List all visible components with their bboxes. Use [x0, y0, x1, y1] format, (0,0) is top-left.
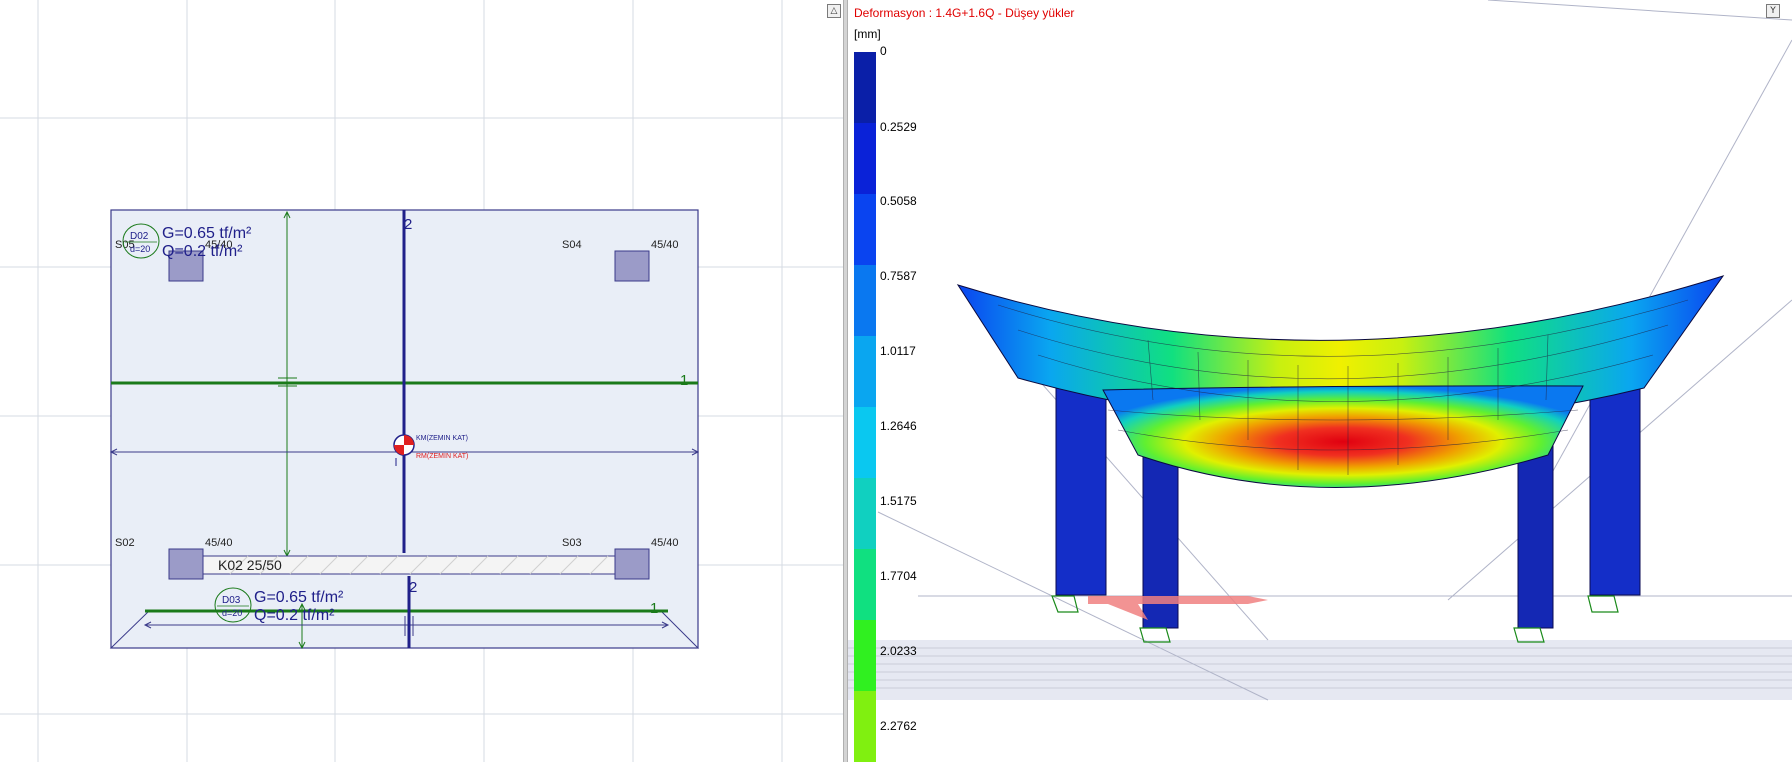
legend-value-5: 1.2646 — [880, 419, 917, 433]
beam-label: K02 25/50 — [218, 557, 282, 573]
legend-swatch-9 — [854, 691, 876, 762]
legend-swatch-8 — [854, 620, 876, 691]
column-s02-name: S02 — [115, 537, 135, 549]
legend-swatch-4 — [854, 336, 876, 407]
right-pane-toggle-button[interactable]: Y — [1766, 4, 1780, 18]
legend-swatch-1 — [854, 123, 876, 194]
column-s03-name: S03 — [562, 537, 582, 549]
legend-unit: [mm] — [854, 27, 881, 41]
plan-canvas[interactable]: 2 2 1 1 K02 25/50 S05 45/40 S04 45/40 S0… — [0, 0, 843, 762]
slab-d02-thickness: d=20 — [130, 244, 150, 254]
legend-value-2: 0.5058 — [880, 194, 917, 208]
legend-swatch-7 — [854, 549, 876, 620]
color-legend-bar — [854, 52, 876, 762]
legend-swatch-3 — [854, 265, 876, 336]
legend-value-0: 0 — [880, 44, 887, 58]
deformation-canvas[interactable] — [848, 0, 1792, 762]
slab-d03-name: D03 — [222, 595, 241, 606]
deformation-view-pane[interactable]: Deformasyon : 1.4G+1.6Q - Düşey yükler [… — [848, 0, 1792, 762]
column-s04-size: 45/40 — [651, 239, 679, 251]
column-back-right[interactable] — [1517, 439, 1554, 629]
legend-swatch-0 — [854, 52, 876, 123]
view-title: Deformasyon : 1.4G+1.6Q - Düşey yükler — [854, 6, 1075, 20]
axis-1-label-top: 1 — [680, 372, 688, 389]
legend-value-1: 0.2529 — [880, 120, 917, 134]
column-s04[interactable] — [614, 250, 650, 282]
slab-d03-g-load: G=0.65 tf/m² — [254, 589, 344, 606]
axis-2-label-bottom: 2 — [409, 579, 417, 596]
slab-d03-thickness: d=20 — [222, 608, 242, 618]
left-pane-toggle-button[interactable]: △ — [827, 4, 841, 18]
legend-value-3: 0.7587 — [880, 269, 917, 283]
column-s03[interactable] — [614, 548, 650, 580]
slab-d02-g-load: G=0.65 tf/m² — [162, 225, 252, 242]
legend-value-6: 1.5175 — [880, 494, 917, 508]
legend-swatch-6 — [854, 478, 876, 549]
slab-d03-q-load: Q=0.2 tf/m² — [254, 607, 335, 624]
legend-swatch-5 — [854, 407, 876, 478]
legend-value-4: 1.0117 — [880, 344, 916, 358]
column-s02-size: 45/40 — [205, 537, 233, 549]
legend-swatch-2 — [854, 194, 876, 265]
legend-value-8: 2.0233 — [880, 644, 917, 658]
ground-plane — [848, 640, 1792, 700]
axis-2-label-top: 2 — [404, 216, 412, 233]
slab-d02-name: D02 — [130, 231, 149, 242]
slab-d02-q-load: Q=0.2 tf/m² — [162, 243, 243, 260]
legend-value-7: 1.7704 — [880, 569, 917, 583]
axis-1-label-bottom: 1 — [650, 600, 658, 617]
column-s03-size: 45/40 — [651, 537, 679, 549]
legend-value-9: 2.2762 — [880, 719, 917, 733]
column-s04-name: S04 — [562, 239, 582, 251]
km-label: KM(ZEMIN KAT) — [416, 435, 468, 442]
column-s02[interactable] — [168, 548, 204, 580]
plan-view-pane[interactable]: 2 2 1 1 K02 25/50 S05 45/40 S04 45/40 S0… — [0, 0, 843, 762]
rm-label: RM(ZEMIN KAT) — [416, 453, 468, 460]
